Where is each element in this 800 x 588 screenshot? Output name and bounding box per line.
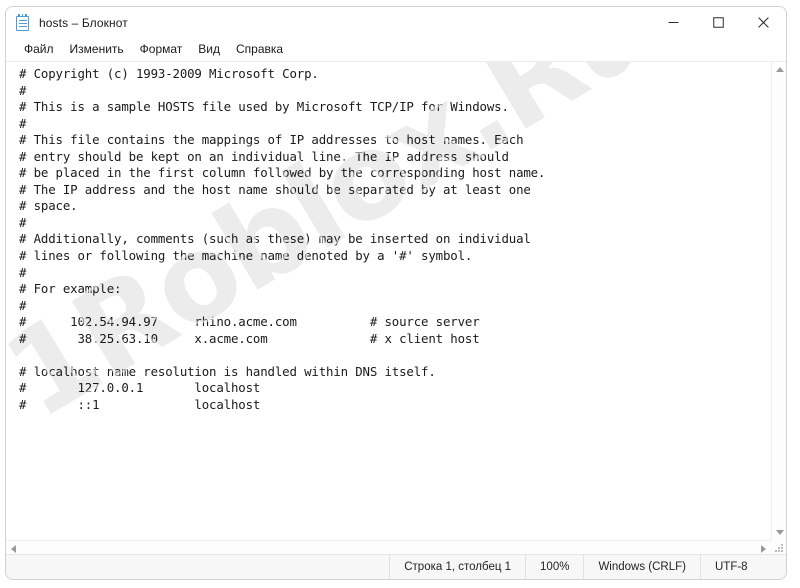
vertical-scrollbar[interactable]: [771, 62, 786, 540]
status-zoom-level[interactable]: 100%: [525, 555, 583, 579]
scroll-down-arrow-icon: [775, 530, 784, 535]
screen: hosts – Блокнот Файл Изменить Формат Вид…: [0, 0, 800, 588]
editor-area: # Copyright (c) 1993-2009 Microsoft Corp…: [6, 62, 786, 555]
scroll-left-button[interactable]: [6, 541, 21, 555]
scrollbar-corner: [771, 540, 786, 555]
close-button[interactable]: [741, 7, 786, 38]
menu-item-file[interactable]: Файл: [16, 40, 62, 59]
menu-item-edit[interactable]: Изменить: [62, 40, 132, 59]
minimize-icon: [668, 22, 679, 23]
scroll-left-arrow-icon: [11, 544, 16, 553]
status-line-ending[interactable]: Windows (CRLF): [583, 555, 700, 579]
minimize-button[interactable]: [651, 7, 696, 38]
status-bar: Строка 1, столбец 1 100% Windows (CRLF) …: [6, 554, 786, 579]
scroll-down-button[interactable]: [772, 525, 786, 540]
scroll-up-arrow-icon: [775, 67, 784, 72]
scroll-up-button[interactable]: [772, 62, 786, 77]
notepad-window: hosts – Блокнот Файл Изменить Формат Вид…: [5, 6, 787, 580]
resize-grip-icon[interactable]: [774, 543, 784, 553]
status-cursor-position[interactable]: Строка 1, столбец 1: [389, 555, 525, 579]
window-title: hosts – Блокнот: [39, 15, 128, 30]
maximize-icon: [713, 17, 724, 28]
menu-item-view[interactable]: Вид: [190, 40, 228, 59]
notepad-icon: [15, 13, 31, 32]
title-bar-left: hosts – Блокнот: [6, 7, 128, 38]
menu-item-format[interactable]: Формат: [132, 40, 191, 59]
window-controls: [651, 7, 786, 38]
close-icon: [758, 17, 769, 28]
file-content[interactable]: # Copyright (c) 1993-2009 Microsoft Corp…: [6, 62, 771, 413]
text-editor[interactable]: # Copyright (c) 1993-2009 Microsoft Corp…: [6, 62, 771, 540]
status-encoding[interactable]: UTF-8: [700, 555, 786, 579]
menu-item-help[interactable]: Справка: [228, 40, 291, 59]
maximize-button[interactable]: [696, 7, 741, 38]
scroll-right-arrow-icon: [761, 544, 766, 553]
scroll-right-button[interactable]: [756, 541, 771, 555]
horizontal-scrollbar[interactable]: [6, 540, 771, 555]
title-bar: hosts – Блокнот: [6, 7, 786, 38]
menu-bar: Файл Изменить Формат Вид Справка: [6, 38, 786, 62]
